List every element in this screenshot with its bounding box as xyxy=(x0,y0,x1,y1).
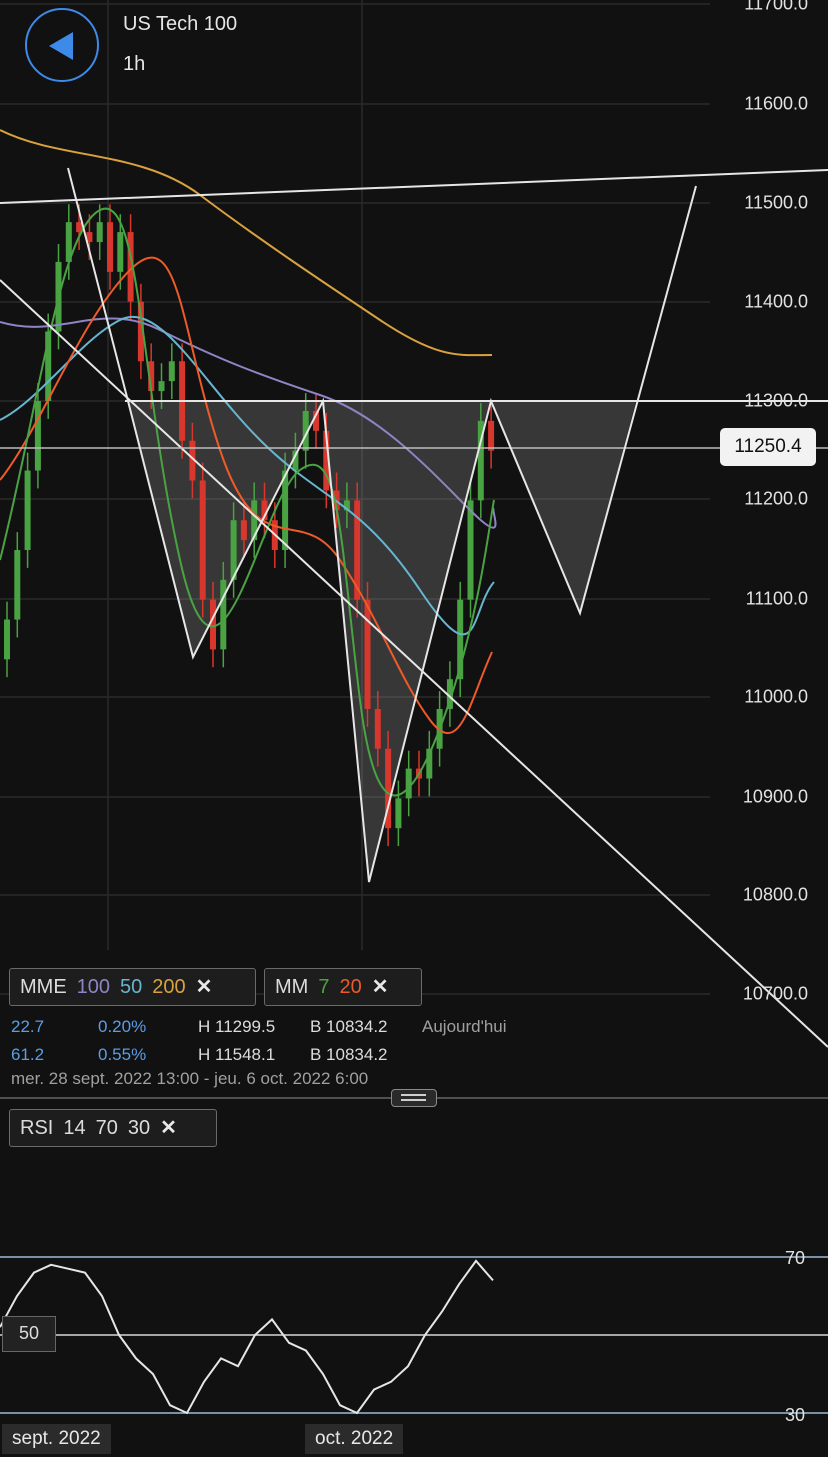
current-price-tag: 11250.4 xyxy=(720,428,816,466)
price-label: 10800.0 xyxy=(742,884,808,905)
stat-low-1: B 10834.2 xyxy=(310,1017,388,1036)
rsi-lower: 30 xyxy=(127,1117,151,1139)
close-icon[interactable]: ✕ xyxy=(160,1117,177,1139)
candle xyxy=(34,401,41,471)
rsi-upper: 70 xyxy=(95,1117,118,1139)
date-range: mer. 28 sept. 2022 13:00 - jeu. 6 oct. 2… xyxy=(11,1069,369,1088)
mme-indicator-pill[interactable]: MME 100 50 200 ✕ xyxy=(9,968,256,1006)
mm-indicator-pill[interactable]: MM 7 20 ✕ xyxy=(264,968,422,1006)
mme-label: MME xyxy=(20,976,67,998)
candle xyxy=(405,768,412,799)
ema-200-line xyxy=(0,129,493,357)
candle xyxy=(117,232,124,272)
stat-high-2: H 11548.1 xyxy=(198,1045,276,1064)
candle xyxy=(374,708,381,749)
rsi-level-50: 50 xyxy=(2,1316,56,1352)
candle xyxy=(282,470,289,551)
rsi-line xyxy=(0,1259,494,1415)
candle xyxy=(107,222,113,272)
candle xyxy=(220,579,227,650)
stat-pct-2: 0.55% xyxy=(98,1045,147,1064)
rsi-period: 14 xyxy=(63,1117,86,1139)
price-label: 10900.0 xyxy=(742,786,808,807)
close-icon[interactable]: ✕ xyxy=(196,976,213,998)
candle xyxy=(4,619,10,660)
stat-change-1: 22.7 xyxy=(11,1017,45,1036)
candle xyxy=(96,222,103,243)
time-axis-label: oct. 2022 xyxy=(305,1424,404,1454)
time-axis-label: sept. 2022 xyxy=(2,1424,111,1454)
candle xyxy=(158,381,165,392)
head-fill xyxy=(323,401,491,882)
mme-period-200: 200 xyxy=(152,976,186,998)
back-arrow-icon xyxy=(49,32,73,60)
price-label: 11700.0 xyxy=(744,0,808,14)
stat-period-label: Aujourd'hui xyxy=(422,1017,507,1036)
price-label: 11500.0 xyxy=(744,192,808,213)
candle xyxy=(488,420,495,451)
back-button[interactable] xyxy=(25,8,99,82)
rsi-label: RSI xyxy=(20,1117,54,1139)
candle xyxy=(210,599,216,650)
rsi-panel xyxy=(0,1256,828,1415)
price-label: 11300.0 xyxy=(744,390,808,411)
projected-shoulder-fill xyxy=(491,401,636,613)
descending-trendline xyxy=(0,279,828,1048)
price-label: 11000.0 xyxy=(744,686,808,707)
candle xyxy=(24,470,31,551)
rsi-level-30: 30 xyxy=(785,1405,806,1425)
mm-label: MM xyxy=(275,976,309,998)
stat-low-2: B 10834.2 xyxy=(310,1045,388,1064)
symbol-title: US Tech 100 xyxy=(123,13,238,35)
price-label: 11100.0 xyxy=(745,588,808,609)
close-icon[interactable]: ✕ xyxy=(372,976,389,998)
candle xyxy=(14,550,21,620)
candle xyxy=(364,599,371,709)
rsi-level-70: 70 xyxy=(785,1248,806,1268)
mm-period-7: 7 xyxy=(318,976,330,998)
price-label: 10700.0 xyxy=(742,983,808,1004)
candle xyxy=(240,520,247,541)
candle xyxy=(395,798,402,829)
panel-resize-handle[interactable] xyxy=(391,1089,437,1107)
price-chart[interactable] xyxy=(0,0,828,1457)
price-label: 11400.0 xyxy=(744,291,808,312)
mm-period-20: 20 xyxy=(339,976,362,998)
timeframe-label[interactable]: 1h xyxy=(123,53,145,76)
mme-period-50: 50 xyxy=(120,976,143,998)
stat-high-1: H 11299.5 xyxy=(198,1017,276,1036)
candle xyxy=(168,361,175,382)
price-label: 11600.0 xyxy=(744,93,808,114)
stat-pct-1: 0.20% xyxy=(98,1017,147,1036)
price-label: 11200.0 xyxy=(744,488,808,509)
resistance-trendline xyxy=(0,169,828,204)
stat-change-2: 61.2 xyxy=(11,1045,45,1064)
candle xyxy=(467,500,474,600)
mme-period-100: 100 xyxy=(76,976,111,998)
pattern-fills xyxy=(128,401,636,882)
candle xyxy=(199,480,206,600)
rsi-indicator-pill[interactable]: RSI 14 70 30 ✕ xyxy=(9,1109,217,1147)
